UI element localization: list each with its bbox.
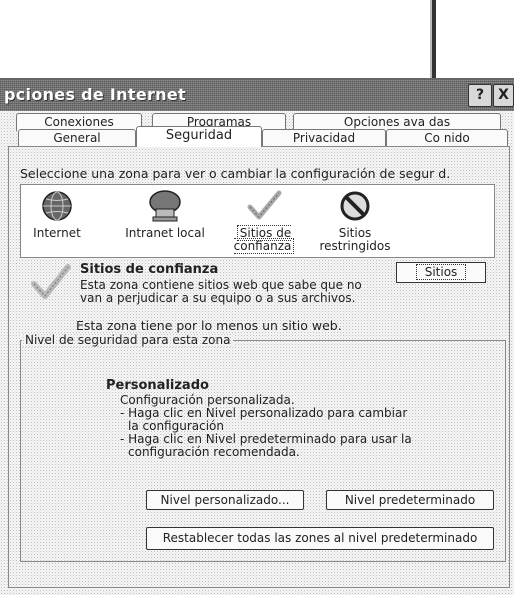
security-level-text: Configuración personalizada.: [120, 393, 295, 407]
checkmark-icon: [247, 190, 282, 220]
zone-instruction: Seleccione una zona para ver o cambiar l…: [20, 166, 451, 181]
title-bar[interactable]: pciones de Internet ? X: [0, 79, 514, 111]
trusted-sites-checkmark-icon: [31, 264, 71, 299]
reset-all-zones-button[interactable]: Restablecer todas las zones al nivel pre…: [146, 527, 494, 550]
tab-contenido[interactable]: Co nido: [386, 129, 508, 147]
zone-label: Intranet local: [125, 226, 205, 240]
zone-list: Internet Intranet local Sitios de confian…: [20, 184, 495, 258]
tab-general[interactable]: General: [18, 129, 136, 147]
zone-sitios-restringidos[interactable]: Sitios restringidos: [313, 189, 397, 253]
security-level-title: Personalizado: [106, 378, 209, 393]
close-button[interactable]: X: [493, 84, 514, 107]
security-level-text: configuración recomendada.: [128, 445, 300, 459]
computer-icon: [149, 190, 181, 222]
tab-privacidad[interactable]: Privacidad: [262, 129, 386, 147]
security-level-legend: Nivel de seguridad para esta zona: [22, 333, 233, 347]
zone-label: Sitios de confianza: [233, 225, 295, 254]
help-button[interactable]: ?: [468, 84, 492, 107]
prohibited-icon: [340, 191, 370, 221]
tab-seguridad[interactable]: Seguridad: [136, 126, 262, 147]
zone-internet[interactable]: Internet: [27, 189, 87, 240]
zone-status-text: Esta zona tiene por lo menos un sitio we…: [76, 318, 342, 333]
selected-zone-description: van a perjudicar a su equipo o a sus arc…: [80, 291, 356, 305]
window-title: pciones de Internet: [4, 85, 186, 104]
zone-label: Sitios restringidos: [319, 226, 391, 253]
sites-button[interactable]: Sitios: [396, 262, 486, 283]
security-level-text: la configuración: [128, 419, 224, 433]
custom-level-button[interactable]: Nivel personalizado...: [146, 490, 304, 510]
security-level-text: - Haga clic en Nivel personalizado para …: [120, 406, 408, 420]
zone-label: Internet: [33, 226, 81, 240]
security-level-text: - Haga clic en Nivel predeterminado para…: [120, 432, 412, 446]
selected-zone-title: Sitios de confianza: [80, 262, 219, 277]
sites-button-label: Sitios: [415, 264, 467, 280]
default-level-button[interactable]: Nivel predeterminado: [326, 490, 494, 510]
zone-sitios-de-confianza[interactable]: Sitios de confianza: [225, 189, 303, 254]
selected-zone-description: Esta zona contiene sitios web que sabe q…: [80, 278, 362, 292]
zone-intranet-local[interactable]: Intranet local: [113, 189, 217, 240]
globe-icon: [42, 191, 72, 221]
